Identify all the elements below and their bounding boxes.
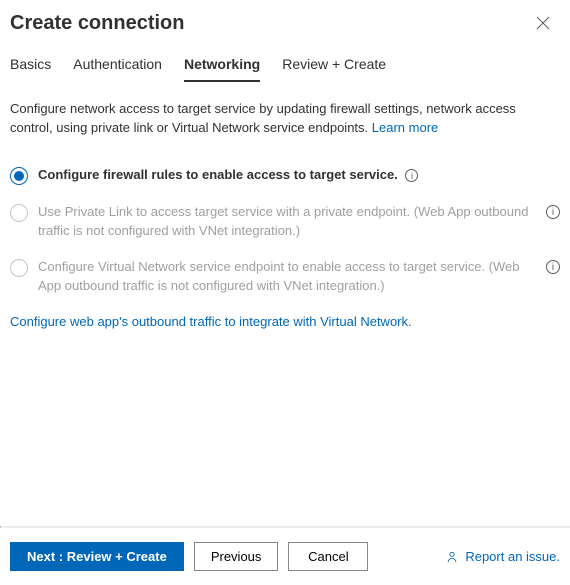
- option-firewall[interactable]: Configure firewall rules to enable acces…: [10, 166, 560, 185]
- radio-vnet-endpoint: [10, 259, 28, 277]
- page-title: Create connection: [10, 12, 184, 35]
- tab-basics[interactable]: Basics: [10, 56, 51, 82]
- cancel-button[interactable]: Cancel: [288, 542, 368, 571]
- network-options: Configure firewall rules to enable acces…: [10, 166, 560, 296]
- tabs: Basics Authentication Networking Review …: [0, 44, 570, 82]
- report-issue-link[interactable]: Report an issue.: [445, 549, 560, 564]
- footer: Next : Review + Create Previous Cancel R…: [0, 528, 570, 585]
- tab-authentication[interactable]: Authentication: [73, 56, 162, 82]
- radio-firewall[interactable]: [10, 167, 28, 185]
- close-icon: [536, 16, 550, 30]
- info-icon[interactable]: i: [546, 205, 560, 219]
- option-private-link: Use Private Link to access target servic…: [10, 203, 560, 241]
- close-button[interactable]: [532, 12, 554, 36]
- option-private-link-label: Use Private Link to access target servic…: [38, 203, 534, 241]
- info-icon[interactable]: i: [405, 169, 418, 182]
- person-icon: [445, 550, 459, 564]
- learn-more-link[interactable]: Learn more: [372, 120, 438, 135]
- option-firewall-label: Configure firewall rules to enable acces…: [38, 166, 418, 185]
- info-icon[interactable]: i: [546, 260, 560, 274]
- previous-button[interactable]: Previous: [194, 542, 279, 571]
- option-vnet-endpoint: Configure Virtual Network service endpoi…: [10, 258, 560, 296]
- description-text: Configure network access to target servi…: [10, 100, 560, 138]
- option-firewall-text: Configure firewall rules to enable acces…: [38, 167, 398, 182]
- option-vnet-endpoint-label: Configure Virtual Network service endpoi…: [38, 258, 534, 296]
- next-button[interactable]: Next : Review + Create: [10, 542, 184, 571]
- report-issue-text: Report an issue.: [465, 549, 560, 564]
- tab-networking[interactable]: Networking: [184, 56, 260, 82]
- configure-outbound-link[interactable]: Configure web app's outbound traffic to …: [10, 314, 560, 329]
- radio-private-link: [10, 204, 28, 222]
- description-body: Configure network access to target servi…: [10, 101, 516, 135]
- content-area: Configure network access to target servi…: [0, 82, 570, 526]
- tab-review-create[interactable]: Review + Create: [282, 56, 386, 82]
